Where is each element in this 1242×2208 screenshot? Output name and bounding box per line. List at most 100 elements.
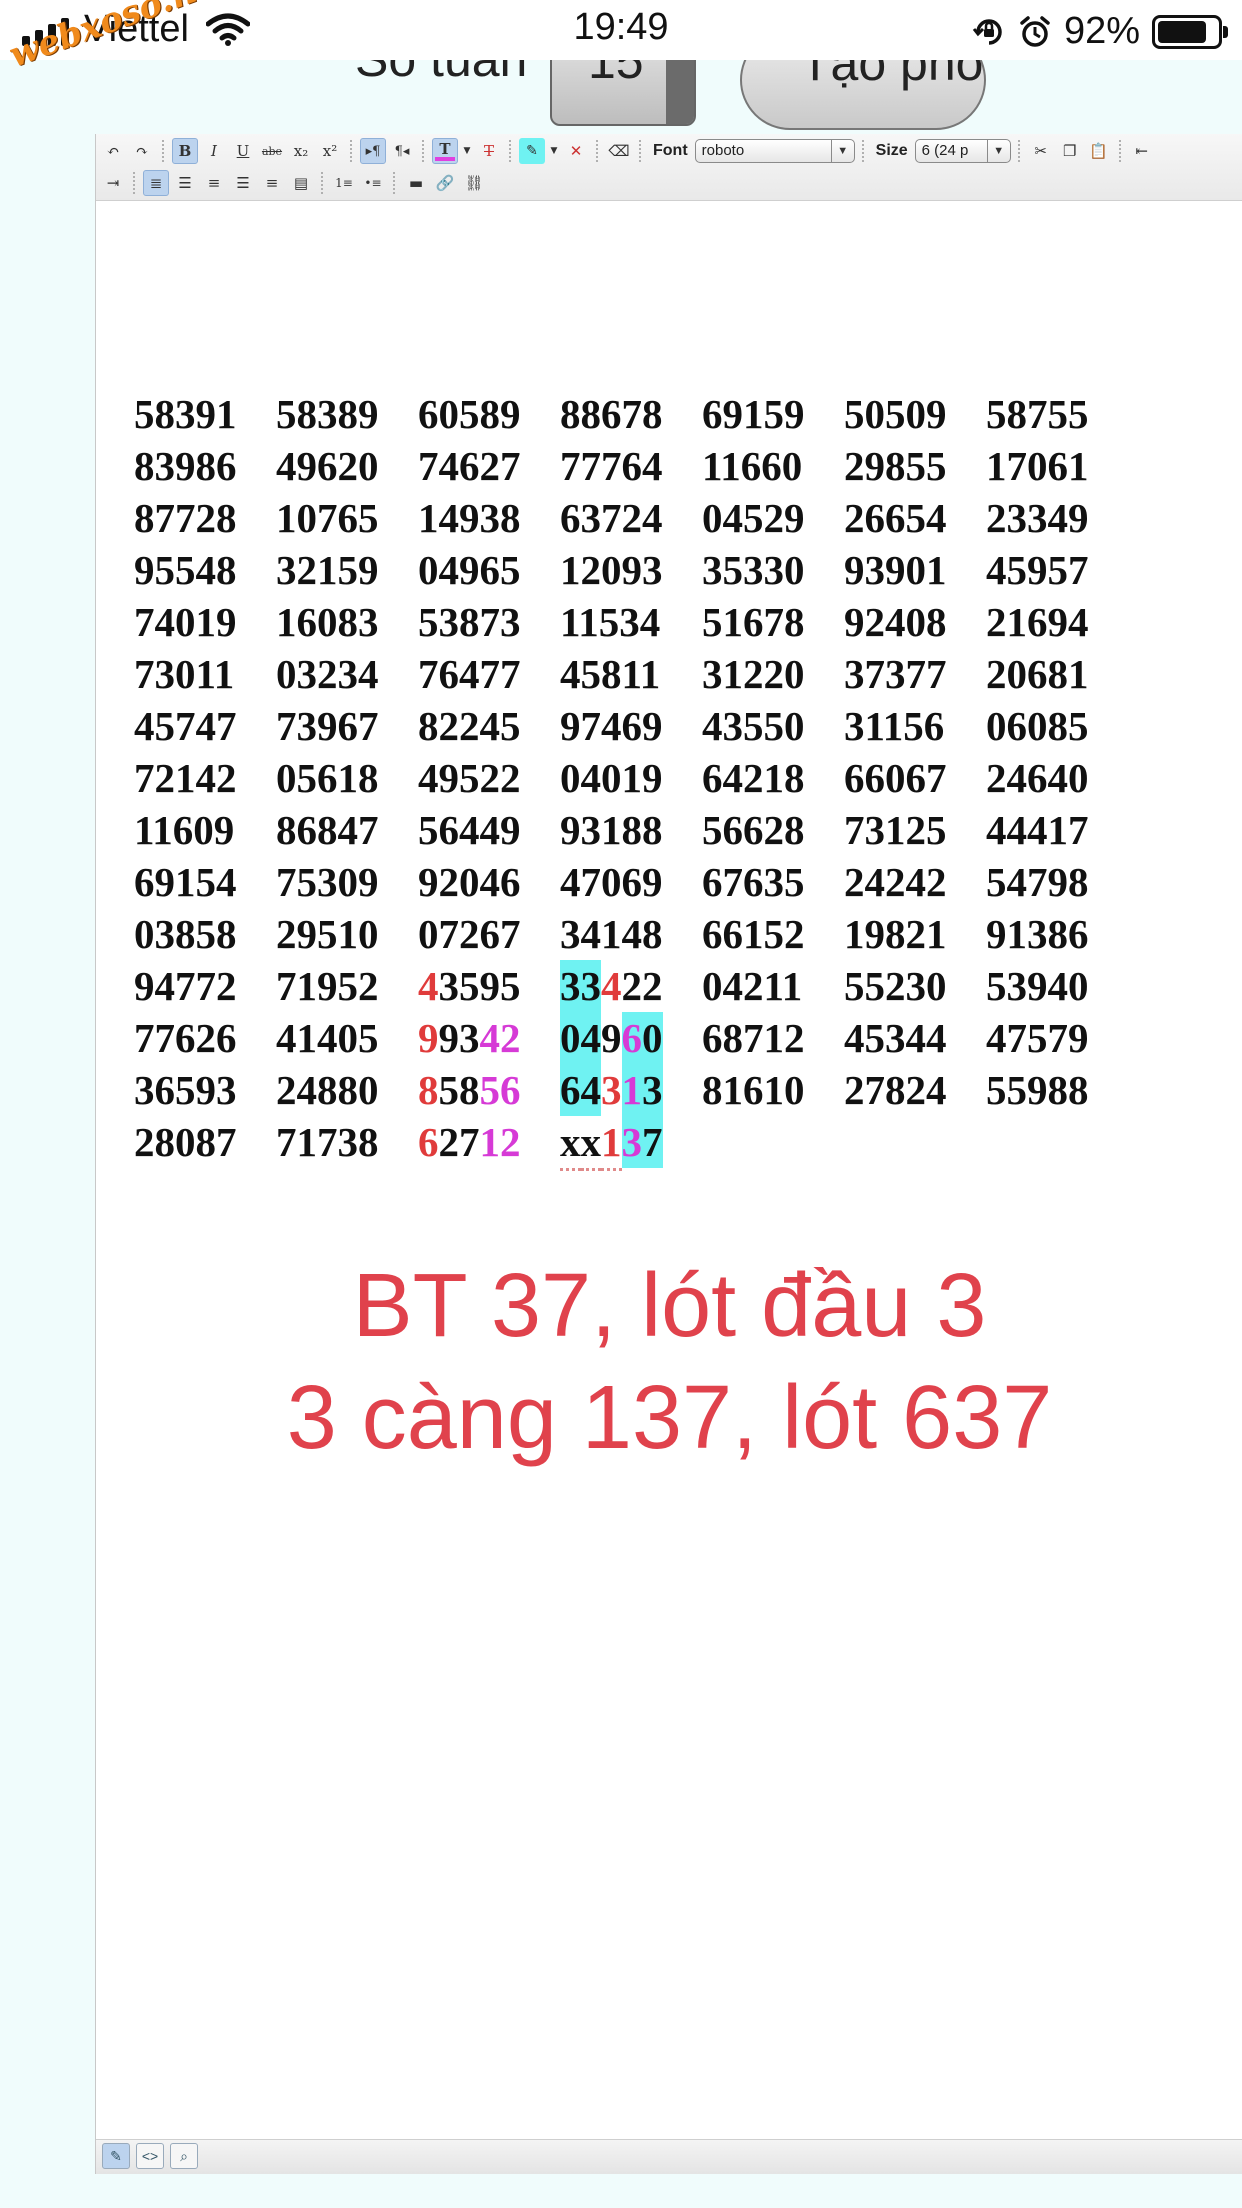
preview-mode-icon[interactable]: ⌕ xyxy=(170,2143,198,2169)
text-color-dropdown-icon[interactable]: ▼ xyxy=(461,138,473,164)
number-cell: 53940 xyxy=(986,963,1089,1009)
weeks-label: Số tuần xyxy=(355,60,527,88)
number-digit: 6 xyxy=(560,1064,581,1116)
redo-icon[interactable]: ↷ xyxy=(129,138,155,164)
superscript-button[interactable]: x² xyxy=(317,138,343,164)
battery-icon xyxy=(1152,14,1228,49)
number-cell: 64313 xyxy=(560,1064,663,1116)
cut-icon[interactable]: ✂ xyxy=(1028,138,1054,164)
insert-link-icon[interactable]: 🔗 xyxy=(432,170,458,196)
rtl-direction-icon[interactable]: ¶◂ xyxy=(389,138,415,164)
align-right-icon[interactable]: ☰ xyxy=(230,170,256,196)
copy-icon[interactable]: ❐ xyxy=(1057,138,1083,164)
number-digit: 5 xyxy=(438,1067,460,1113)
number-cell: 73967 xyxy=(276,703,379,749)
battery-percent: 92% xyxy=(1063,10,1140,52)
number-digit: 3 xyxy=(601,1067,622,1113)
number-cell: 86847 xyxy=(276,807,379,853)
number-cell: 45811 xyxy=(560,651,661,697)
number-cell: 29510 xyxy=(276,911,379,957)
number-cell: 87728 xyxy=(134,495,237,541)
number-cell: 85856 xyxy=(418,1064,521,1116)
number-cell: 04211 xyxy=(702,963,803,1009)
remove-link-icon[interactable]: ⛓ xyxy=(461,170,487,196)
number-cell: 95548 xyxy=(134,547,237,593)
number-cell: 06085 xyxy=(986,703,1089,749)
number-cell: 58755 xyxy=(986,391,1089,437)
number-cell: 35330 xyxy=(702,547,805,593)
number-cell: 04965 xyxy=(418,547,521,593)
number-cell: 47579 xyxy=(986,1015,1089,1061)
number-cell: 24640 xyxy=(986,755,1089,801)
bold-button[interactable]: B xyxy=(172,138,198,164)
number-cell: 60589 xyxy=(418,391,521,437)
horizontal-rule-icon[interactable]: ▬ xyxy=(403,170,429,196)
number-cell: 28087 xyxy=(134,1119,237,1165)
toolbar-separator xyxy=(1118,140,1122,162)
align-left-icon[interactable]: ☰ xyxy=(172,170,198,196)
number-digit: 3 xyxy=(438,963,460,1009)
number-digit: 4 xyxy=(418,963,439,1009)
indent-icon[interactable]: ⇥ xyxy=(100,170,126,196)
remove-format-icon[interactable]: T xyxy=(476,138,502,164)
number-cell: 83986 xyxy=(134,443,237,489)
number-cell: 21694 xyxy=(986,599,1089,645)
font-select[interactable]: roboto ▼ xyxy=(694,139,855,163)
number-digit: x xyxy=(560,1116,581,1171)
subscript-button[interactable]: x₂ xyxy=(288,138,314,164)
undo-icon[interactable]: ↶ xyxy=(100,138,126,164)
number-cell: 16083 xyxy=(276,599,379,645)
number-cell: 11660 xyxy=(702,443,803,489)
clear-highlight-icon[interactable]: ✕ xyxy=(563,138,589,164)
number-cell: xx137 xyxy=(560,1116,663,1171)
size-select[interactable]: 6 (24 p ▼ xyxy=(914,139,1011,163)
text-color-button[interactable]: T xyxy=(432,138,458,164)
rotation-lock-icon xyxy=(972,18,1002,45)
number-cell: 11534 xyxy=(560,599,661,645)
number-cell: 75309 xyxy=(276,859,379,905)
number-cell: 11609 xyxy=(134,807,235,853)
design-mode-icon[interactable]: ✎ xyxy=(102,2143,130,2169)
number-digit: 2 xyxy=(621,963,643,1009)
html-mode-icon[interactable]: <> xyxy=(136,2143,164,2169)
justify-icon[interactable]: ≡ xyxy=(259,170,285,196)
number-cell: 99342 xyxy=(418,1012,521,1064)
font-label: Font xyxy=(653,142,688,159)
number-digit: 6 xyxy=(500,1067,521,1113)
toolbar-separator xyxy=(162,140,165,162)
number-cell: 07267 xyxy=(418,911,521,957)
number-digit: 9 xyxy=(601,1015,622,1061)
outdent-icon[interactable]: ⇤ xyxy=(1129,138,1155,164)
ltr-direction-icon[interactable]: ▸¶ xyxy=(360,138,386,164)
number-cell: 64218 xyxy=(702,755,805,801)
italic-button[interactable]: I xyxy=(201,138,227,164)
create-button[interactable]: Tạo phô xyxy=(740,60,986,130)
number-cell: 74627 xyxy=(418,443,521,489)
number-cell: 74019 xyxy=(134,599,237,645)
number-cell: 68712 xyxy=(702,1015,805,1061)
number-cell: 94772 xyxy=(134,963,237,1009)
number-cell: 62712 xyxy=(418,1116,521,1168)
highlight-color-button[interactable]: ✎ xyxy=(519,138,545,164)
number-cell: 54798 xyxy=(986,859,1089,905)
editor-footer: ✎ <> ⌕ xyxy=(96,2139,1242,2174)
align-center-icon[interactable]: ≡ xyxy=(201,170,227,196)
editor-content-area[interactable]: 58391 58389 60589 88678 69159 50509 58755 83986… xyxy=(96,200,1242,2140)
unordered-list-icon[interactable]: •≡ xyxy=(360,170,386,196)
number-cell: 55988 xyxy=(986,1067,1089,1113)
ordered-list-icon[interactable]: 1≡ xyxy=(331,170,357,196)
eraser-icon[interactable]: ⌫ xyxy=(606,138,632,164)
paste-icon[interactable]: 📋 xyxy=(1086,138,1112,164)
justify-full-icon[interactable]: ▤ xyxy=(288,170,314,196)
number-cell: 69154 xyxy=(134,859,237,905)
paragraph-format-icon[interactable]: ≣ xyxy=(143,170,169,196)
number-digit: 6 xyxy=(418,1119,439,1165)
highlight-dropdown-icon[interactable]: ▼ xyxy=(548,138,560,164)
number-cell: 56628 xyxy=(702,807,805,853)
header-controls: Số tuần 15 Tạo phô xyxy=(0,60,1242,136)
number-digit: 9 xyxy=(479,963,501,1009)
strikethrough-button[interactable]: abe xyxy=(259,138,285,164)
underline-button[interactable]: U xyxy=(230,138,256,164)
font-select-value: roboto xyxy=(701,142,745,159)
weeks-select[interactable]: 15 xyxy=(550,60,696,126)
